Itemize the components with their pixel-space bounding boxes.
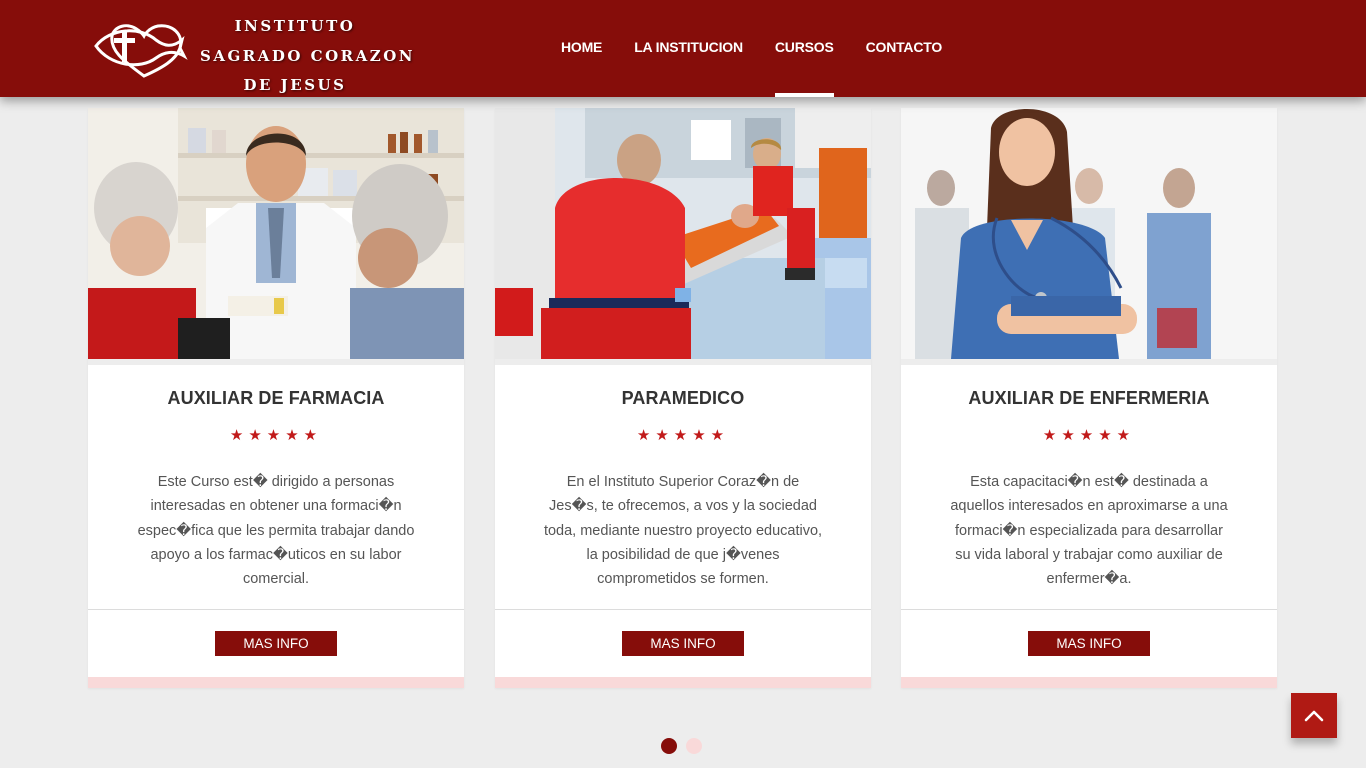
rating-stars: ★★★★★ bbox=[901, 426, 1277, 444]
course-image-farmacia bbox=[88, 108, 464, 359]
card-footer-strip bbox=[901, 677, 1277, 688]
card-footer-strip bbox=[88, 677, 464, 688]
course-card-paramedico: PARAMEDICO ★★★★★ En el Instituto Superio… bbox=[495, 108, 871, 688]
main-nav: HOME LA INSTITUCION CURSOS CONTACTO bbox=[545, 0, 958, 97]
logo-line-1: INSTITUTO bbox=[234, 17, 356, 35]
rating-stars: ★★★★★ bbox=[88, 426, 464, 444]
site-header: INSTITUTO SAGRADO CORAZON DE JESUS HOME … bbox=[0, 0, 1366, 97]
mas-info-button[interactable]: MAS INFO bbox=[622, 631, 744, 656]
nav-item-la-institucion[interactable]: LA INSTITUCION bbox=[618, 0, 759, 97]
star-icon: ★ bbox=[248, 426, 267, 444]
cross-fish-heart-icon bbox=[94, 24, 188, 78]
nav-item-contacto[interactable]: CONTACTO bbox=[850, 0, 958, 97]
course-card-farmacia: AUXILIAR DE FARMACIA ★★★★★ Este Curso es… bbox=[88, 108, 464, 688]
course-image-paramedico bbox=[495, 108, 871, 359]
star-icon: ★ bbox=[673, 426, 693, 444]
star-icon: ★ bbox=[1042, 426, 1062, 444]
mas-info-button[interactable]: MAS INFO bbox=[1028, 631, 1150, 656]
star-icon: ★ bbox=[1079, 426, 1099, 444]
star-icon: ★ bbox=[266, 426, 286, 444]
star-icon: ★ bbox=[303, 426, 323, 444]
pager-dot-1[interactable] bbox=[661, 738, 677, 754]
course-description: En el Instituto Superior Coraz�n de Jes�… bbox=[543, 474, 823, 588]
course-description: Este Curso est� dirigido a personas inte… bbox=[137, 474, 415, 588]
star-icon: ★ bbox=[1098, 426, 1117, 444]
pager-dot-2[interactable] bbox=[686, 738, 702, 754]
nav-item-home[interactable]: HOME bbox=[545, 0, 618, 97]
back-to-top-button[interactable] bbox=[1291, 693, 1337, 738]
card-footer-strip bbox=[495, 677, 871, 688]
course-title: AUXILIAR DE ENFERMERIA bbox=[968, 388, 1210, 408]
course-card-enfermeria: AUXILIAR DE ENFERMERIA ★★★★★ Esta capaci… bbox=[901, 108, 1277, 688]
course-description: Esta capacitaci�n est� destinada a aquel… bbox=[950, 474, 1228, 588]
rating-stars: ★★★★★ bbox=[495, 426, 871, 444]
course-image-enfermeria bbox=[901, 108, 1277, 359]
star-icon: ★ bbox=[636, 426, 656, 444]
star-icon: ★ bbox=[1116, 426, 1136, 444]
nav-item-cursos[interactable]: CURSOS bbox=[759, 0, 850, 97]
star-icon: ★ bbox=[229, 426, 249, 444]
star-icon: ★ bbox=[710, 426, 730, 444]
star-icon: ★ bbox=[692, 426, 711, 444]
logo-wordmark: INSTITUTO SAGRADO CORAZON DE JESUS bbox=[200, 12, 416, 101]
course-title: AUXILIAR DE FARMACIA bbox=[167, 388, 385, 408]
star-icon: ★ bbox=[1061, 426, 1080, 444]
mas-info-button[interactable]: MAS INFO bbox=[215, 631, 337, 656]
carousel-pager bbox=[661, 738, 702, 754]
star-icon: ★ bbox=[655, 426, 674, 444]
logo-line-2: SAGRADO CORAZON bbox=[200, 46, 416, 65]
chevron-up-icon bbox=[1304, 710, 1324, 721]
logo-line-3: DE JESUS bbox=[243, 76, 347, 94]
star-icon: ★ bbox=[285, 426, 304, 444]
course-title: PARAMEDICO bbox=[621, 388, 745, 408]
site-logo[interactable]: INSTITUTO SAGRADO CORAZON DE JESUS bbox=[92, 8, 413, 94]
